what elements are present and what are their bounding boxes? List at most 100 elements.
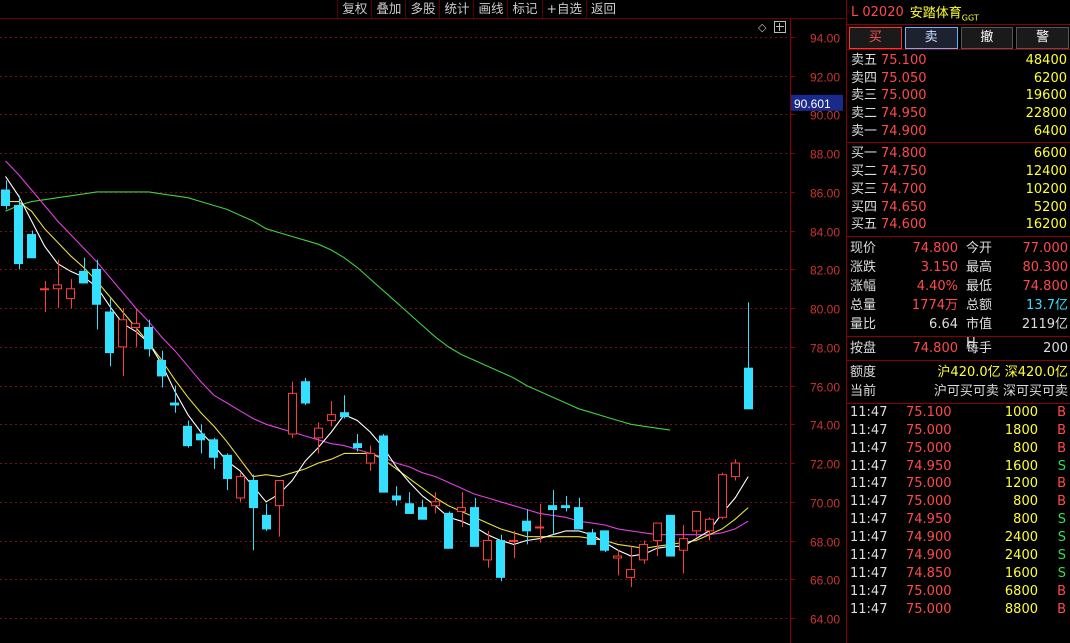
- candle-body: [79, 270, 88, 284]
- candlestick-chart-svg[interactable]: 94.0092.0090.0088.0086.0084.0082.0080.00…: [0, 0, 845, 643]
- tick-row[interactable]: 11:47 75.000 8800 B: [847, 601, 1070, 619]
- draw-line-button[interactable]: 画线: [473, 0, 507, 18]
- back-button[interactable]: 返回: [585, 0, 620, 18]
- buy-button[interactable]: 买: [849, 27, 902, 49]
- candle-up[interactable]: [288, 381, 297, 438]
- tick-row[interactable]: 11:47 75.000 800 B: [847, 493, 1070, 511]
- tick-row[interactable]: 11:47 75.000 1200 B: [847, 475, 1070, 493]
- tick-time: 11:47: [850, 476, 888, 492]
- candle-up[interactable]: [653, 522, 662, 557]
- tick-row[interactable]: 11:47 75.000 800 B: [847, 440, 1070, 458]
- tick-side: S: [1057, 512, 1066, 528]
- cancel-order-button[interactable]: 撤: [960, 27, 1014, 49]
- candle-up[interactable]: [66, 279, 75, 309]
- candle-down[interactable]: [470, 497, 479, 547]
- quote-label-2: 最低: [966, 278, 993, 294]
- candle-down[interactable]: [392, 486, 401, 506]
- candle-up[interactable]: [731, 459, 740, 481]
- candle-body: [288, 392, 297, 435]
- bid-volume: 12400: [1025, 164, 1067, 180]
- tick-row[interactable]: 11:47 74.950 1600 S: [847, 458, 1070, 476]
- mark-button[interactable]: 标记: [507, 0, 541, 18]
- candle-down[interactable]: [1, 180, 10, 210]
- tick-row[interactable]: 11:47 75.000 6800 B: [847, 583, 1070, 601]
- candle-down[interactable]: [600, 530, 609, 553]
- alert-button[interactable]: 警: [1016, 27, 1069, 49]
- tick-row[interactable]: 11:47 74.900 2400 S: [847, 529, 1070, 547]
- bid-row[interactable]: 买三 74.700 10200: [847, 181, 1070, 199]
- candle-body: [366, 452, 375, 464]
- ask-level-label: 卖五: [851, 53, 878, 68]
- candle-up[interactable]: [705, 517, 714, 541]
- candle-down[interactable]: [496, 534, 505, 582]
- candle-up[interactable]: [692, 510, 701, 537]
- candle-body: [66, 288, 75, 299]
- tick-row[interactable]: 11:47 74.950 800 S: [847, 511, 1070, 529]
- diamond-icon[interactable]: ◇: [758, 21, 766, 34]
- quote-row: 涨幅 4.40% 最低 74.800: [847, 277, 1070, 296]
- candle-down[interactable]: [301, 377, 310, 405]
- candle-up[interactable]: [639, 540, 648, 564]
- overlay-button[interactable]: 叠加: [371, 0, 405, 18]
- multi-stock-button[interactable]: 多股: [405, 0, 439, 18]
- candle-down[interactable]: [340, 395, 349, 419]
- candle-up[interactable]: [679, 525, 688, 574]
- kline-chart[interactable]: 94.00 92.00 90.00 88.00 86.00 84.00 82.00 80.00…: [0, 0, 845, 643]
- candle-down[interactable]: [209, 437, 218, 469]
- candle-body: [236, 476, 245, 499]
- tick-side: S: [1057, 458, 1066, 474]
- candle-down[interactable]: [744, 302, 753, 410]
- restore-rights-button[interactable]: 复权: [337, 0, 371, 18]
- quote-value-2: 80.300: [1022, 259, 1069, 275]
- candle-up[interactable]: [236, 472, 245, 502]
- candle-up[interactable]: [53, 259, 62, 309]
- candle-down[interactable]: [27, 230, 36, 259]
- bid-row[interactable]: 买二 74.750 12400: [847, 163, 1070, 181]
- statistics-button[interactable]: 统计: [439, 0, 473, 18]
- candle-up[interactable]: [118, 308, 127, 376]
- ask-level-label: 卖二: [851, 106, 878, 122]
- candle-down[interactable]: [262, 503, 271, 531]
- expand-icon[interactable]: [774, 21, 786, 33]
- candle-up[interactable]: [327, 401, 336, 427]
- ask-row[interactable]: 卖三 75.000 19600: [847, 87, 1070, 105]
- ask-price: 75.100: [881, 53, 927, 68]
- candle-down[interactable]: [379, 434, 388, 493]
- candle-down[interactable]: [548, 490, 557, 535]
- candle-up[interactable]: [314, 422, 323, 454]
- candle-up[interactable]: [626, 546, 635, 588]
- candle-up[interactable]: [275, 479, 284, 537]
- candle-down[interactable]: [666, 514, 675, 557]
- bid-price: 74.800: [881, 146, 927, 162]
- bid-row[interactable]: 买四 74.650 5200: [847, 199, 1070, 217]
- chart-toolbar: 复权 叠加 多股 统计 画线 标记 +自选 返回: [337, 0, 620, 18]
- candle-down[interactable]: [14, 195, 23, 270]
- candle-down[interactable]: [561, 495, 570, 512]
- candle-down[interactable]: [522, 509, 531, 545]
- candle-up[interactable]: [366, 445, 375, 471]
- ask-row[interactable]: 卖一 74.900 6400: [847, 123, 1070, 141]
- tick-list[interactable]: 11:47 75.100 1000 B 11:47 75.000 1800 B 11:47 75.…: [847, 404, 1070, 619]
- candle-down[interactable]: [223, 453, 232, 491]
- y-tick-label: 70.00: [810, 497, 840, 511]
- candle-up[interactable]: [40, 281, 49, 313]
- candle-down[interactable]: [249, 474, 258, 551]
- bid-row[interactable]: 买一 74.800 6600: [847, 145, 1070, 163]
- tick-row[interactable]: 11:47 75.100 1000 B: [847, 404, 1070, 422]
- candle-up[interactable]: [131, 308, 140, 347]
- candle-up[interactable]: [718, 472, 727, 520]
- candle-body: [340, 412, 349, 418]
- add-watchlist-button[interactable]: +自选: [541, 0, 586, 18]
- candle-down[interactable]: [587, 528, 596, 545]
- sell-button[interactable]: 卖: [904, 27, 958, 49]
- tick-row[interactable]: 11:47 75.000 1800 B: [847, 422, 1070, 440]
- candle-down[interactable]: [444, 511, 453, 549]
- tick-row[interactable]: 11:47 74.900 2400 S: [847, 547, 1070, 565]
- candle-down[interactable]: [92, 259, 101, 330]
- ask-row[interactable]: 卖二 74.950 22800: [847, 105, 1070, 123]
- tick-row[interactable]: 11:47 74.850 1600 S: [847, 565, 1070, 583]
- ask-row[interactable]: 卖五 75.100 48400: [847, 52, 1070, 70]
- candle-up[interactable]: [613, 550, 622, 576]
- bid-row[interactable]: 买五 74.600 16200: [847, 216, 1070, 234]
- ask-row[interactable]: 卖四 75.050 6200: [847, 70, 1070, 88]
